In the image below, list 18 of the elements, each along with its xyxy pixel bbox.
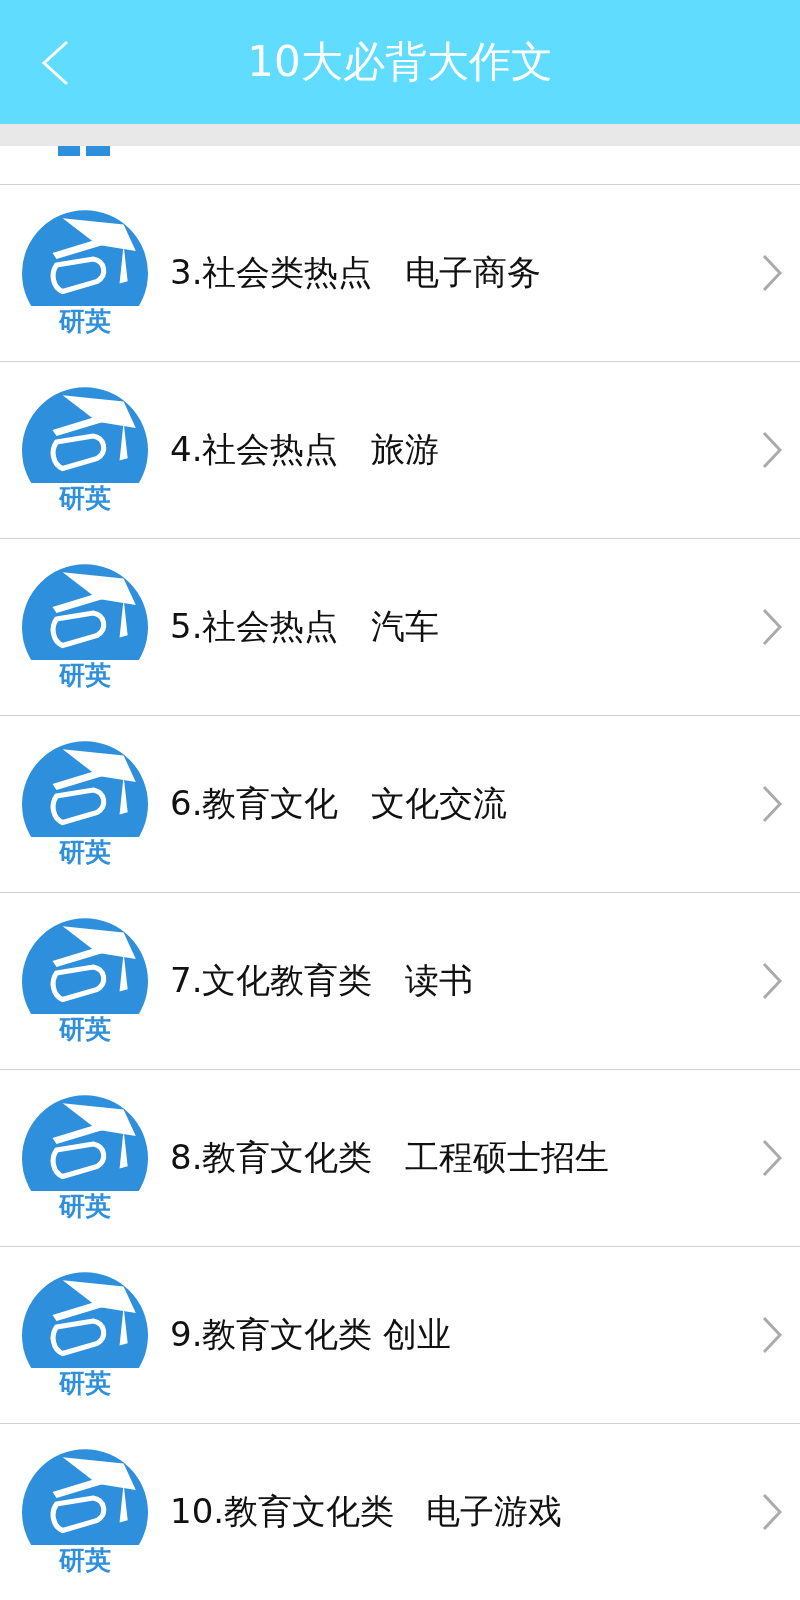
essay-title[interactable]: 7.文化教育类 读书 [170, 958, 762, 1004]
chevron-icon [762, 785, 782, 823]
page-title: 10大必背大作文 [247, 36, 553, 88]
chevron-icon [762, 431, 782, 469]
chevron-icon [762, 1139, 782, 1177]
back-icon[interactable] [40, 40, 70, 86]
essay-title[interactable]: 4.社会热点 旅游 [170, 427, 762, 473]
essay-title[interactable]: 6.教育文化 文化交流 [170, 781, 762, 827]
essay-title[interactable]: 10.教育文化类 电子游戏 [170, 1489, 762, 1535]
essay-title[interactable]: 8.教育文化类 工程硕士招生 [170, 1135, 762, 1181]
chevron-icon [762, 254, 782, 292]
essay-title[interactable]: 9.教育文化类 创业 [170, 1312, 762, 1358]
essay-title[interactable]: 5.社会热点 汽车 [170, 604, 762, 650]
chevron-icon [762, 962, 782, 1000]
chevron-icon [762, 1316, 782, 1354]
chevron-icon [762, 608, 782, 646]
essay-title[interactable]: 3.社会类热点 电子商务 [170, 250, 762, 296]
chevron-icon [762, 1493, 782, 1531]
